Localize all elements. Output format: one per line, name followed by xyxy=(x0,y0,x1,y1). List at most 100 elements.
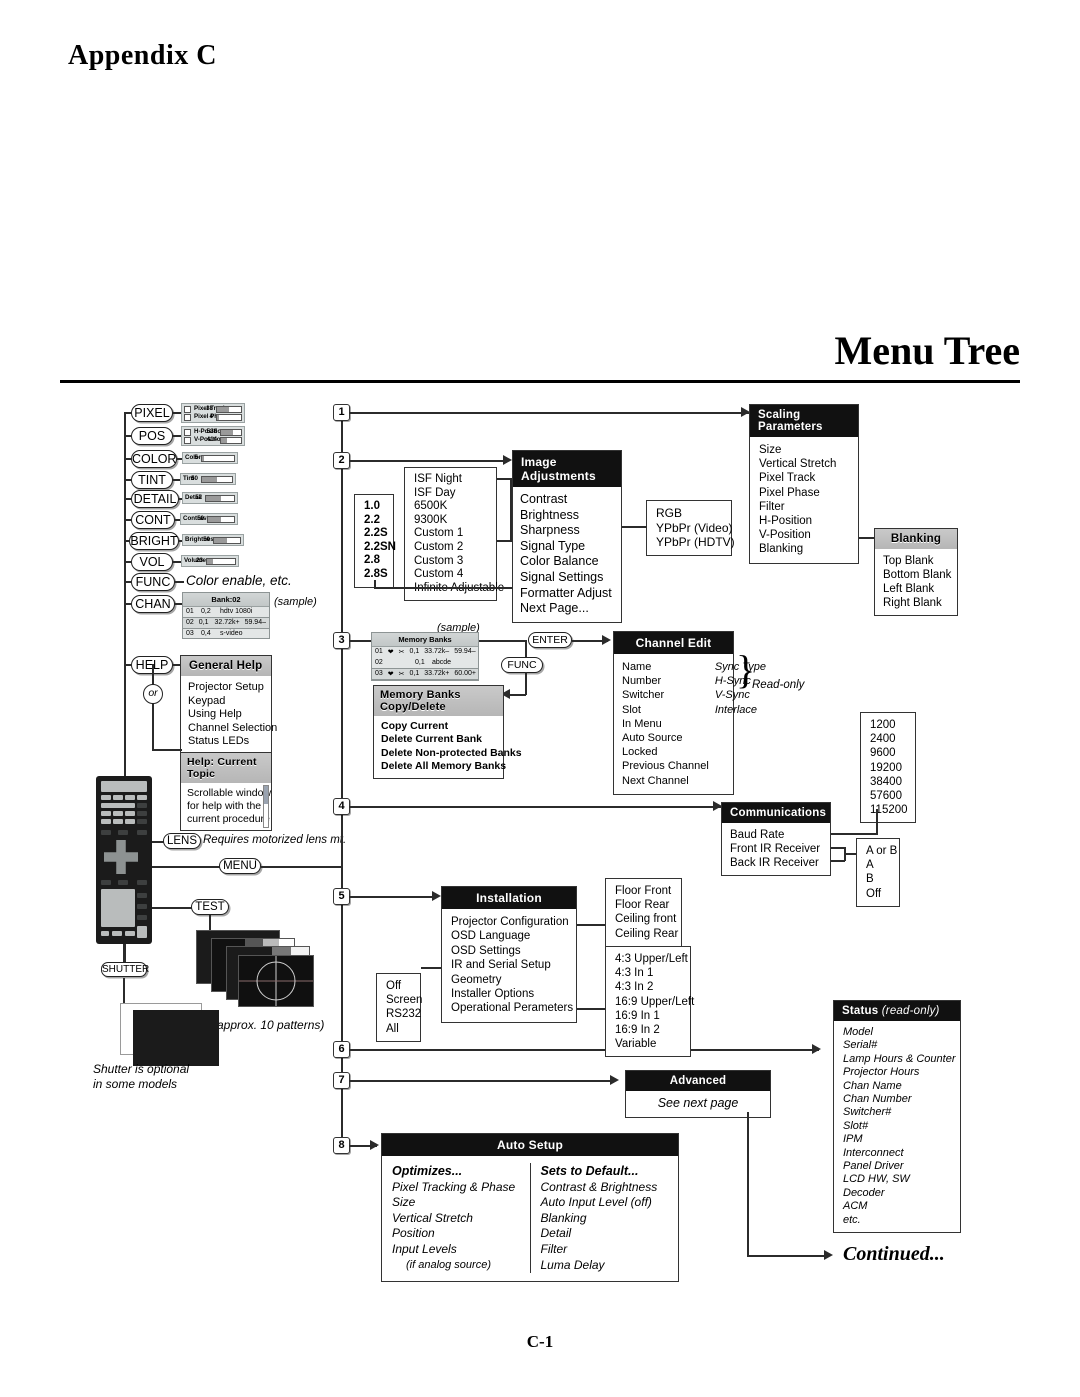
menu-item[interactable]: Signal Settings xyxy=(520,570,614,586)
list-item[interactable]: 1200 xyxy=(870,718,906,732)
menu-item[interactable]: Vertical Stretch xyxy=(759,457,849,471)
menu-item[interactable]: Geometry xyxy=(451,973,567,987)
menu-item[interactable]: Number xyxy=(622,674,709,688)
list-item[interactable]: 9600 xyxy=(870,746,906,760)
list-item[interactable]: 9300K xyxy=(414,514,487,528)
list-item[interactable]: All xyxy=(386,1022,411,1036)
scrollbar[interactable] xyxy=(263,785,269,828)
list-item[interactable]: Custom 4 xyxy=(414,568,487,582)
menu-item[interactable]: In Menu xyxy=(622,717,709,731)
list-item[interactable]: YPbPr (HDTV) xyxy=(656,535,735,550)
list-item[interactable]: 19200 xyxy=(870,761,906,775)
list-item[interactable]: B xyxy=(866,872,890,886)
key-cont[interactable]: CONT xyxy=(131,511,175,529)
menu-item[interactable]: Top Blank xyxy=(883,554,949,568)
list-item[interactable]: 4:3 In 2 xyxy=(615,980,681,994)
menu-item[interactable]: Pixel Phase xyxy=(759,486,849,500)
menu-item[interactable]: Front IR Receiver xyxy=(730,842,822,856)
list-item[interactable]: 57600 xyxy=(870,789,906,803)
key-shutter[interactable]: SHUTTER xyxy=(101,962,149,977)
menu-item[interactable]: OSD Language xyxy=(451,929,567,943)
dpad-icon[interactable] xyxy=(104,840,138,874)
menu-item[interactable]: Filter xyxy=(759,500,849,514)
menu-item[interactable]: IR and Serial Setup xyxy=(451,958,567,972)
menu-item[interactable]: Back IR Receiver xyxy=(730,856,822,870)
key-bright[interactable]: BRIGHT xyxy=(129,532,179,550)
key-detail[interactable]: DETAIL xyxy=(131,490,179,508)
list-item[interactable]: A xyxy=(866,858,890,872)
menu-item[interactable]: Switcher xyxy=(622,688,709,702)
menu-item[interactable]: Auto Source xyxy=(622,731,709,745)
list-item[interactable]: 2.2 xyxy=(364,514,384,528)
menu-item[interactable]: Bottom Blank xyxy=(883,568,951,582)
list-item[interactable]: Ceiling Rear xyxy=(615,927,678,941)
menu-item[interactable]: Delete Non-protected Banks xyxy=(381,747,522,760)
list-item[interactable]: Off xyxy=(866,887,890,901)
list-item[interactable]: Custom 1 xyxy=(414,527,487,541)
list-item[interactable]: Custom 2 xyxy=(414,541,487,555)
menu-item[interactable]: Sharpness xyxy=(520,523,614,539)
menu-item[interactable]: Delete All Memory Banks xyxy=(381,760,506,773)
list-item[interactable]: 16:9 In 1 xyxy=(615,1009,681,1023)
menu-item[interactable]: Next Page... xyxy=(520,601,614,617)
menu-item[interactable]: Right Blank xyxy=(883,596,949,610)
list-item[interactable]: 2.2S xyxy=(364,527,388,541)
key-func-branch[interactable]: FUNC xyxy=(501,657,543,673)
list-item[interactable]: 16:9 In 2 xyxy=(615,1023,681,1037)
menu-item[interactable]: Locked xyxy=(622,745,709,759)
menu-item[interactable]: Contrast xyxy=(520,492,614,508)
key-func[interactable]: FUNC xyxy=(131,573,175,591)
menu-item[interactable]: Name xyxy=(622,660,709,674)
key-color[interactable]: COLOR xyxy=(131,450,177,468)
list-item[interactable]: Variable xyxy=(615,1037,681,1051)
menu-item[interactable]: Pixel Track xyxy=(759,471,849,485)
list-item[interactable]: Ceiling front xyxy=(615,912,676,926)
list-item[interactable]: 38400 xyxy=(870,775,906,789)
menu-item[interactable]: H-Position xyxy=(759,514,849,528)
list-item[interactable]: 2400 xyxy=(870,732,906,746)
list-item[interactable]: RGB xyxy=(656,506,722,521)
key-enter[interactable]: ENTER xyxy=(528,632,572,648)
list-item[interactable]: Custom 3 xyxy=(414,555,487,569)
list-item[interactable]: ISF Day xyxy=(414,487,487,501)
list-item[interactable]: YPbPr (Video) xyxy=(656,521,732,536)
menu-item[interactable]: Slot xyxy=(622,703,709,717)
list-item[interactable]: 2.8 xyxy=(364,554,384,568)
key-lens[interactable]: LENS xyxy=(163,833,201,849)
list-item[interactable]: Floor Front xyxy=(615,884,672,898)
menu-item[interactable]: Signal Type xyxy=(520,539,614,555)
key-vol[interactable]: VOL xyxy=(131,553,173,571)
menu-item[interactable]: Color Balance xyxy=(520,554,614,570)
menu-item[interactable]: Copy Current xyxy=(381,720,496,733)
menu-item[interactable]: Blanking xyxy=(759,542,849,556)
list-item[interactable]: Off xyxy=(386,979,411,993)
menu-item[interactable]: Size xyxy=(759,443,849,457)
list-item[interactable]: 16:9 Upper/Left xyxy=(615,995,694,1009)
list-item[interactable]: 6500K xyxy=(414,500,487,514)
key-pixel[interactable]: PIXEL xyxy=(131,404,173,422)
list-item[interactable]: 4:3 Upper/Left xyxy=(615,952,688,966)
list-item[interactable]: 2.2SN xyxy=(364,541,396,555)
menu-item[interactable]: Installer Options xyxy=(451,987,567,1001)
menu-item[interactable]: Formatter Adjust xyxy=(520,586,614,602)
menu-item[interactable]: Operational Perameters xyxy=(451,1001,573,1015)
menu-item[interactable]: Delete Current Bank xyxy=(381,733,496,746)
list-item[interactable]: RS232 xyxy=(386,1007,421,1021)
menu-item[interactable]: Baud Rate xyxy=(730,828,822,842)
key-chan[interactable]: CHAN xyxy=(131,595,175,613)
menu-item[interactable]: Left Blank xyxy=(883,582,949,596)
menu-item[interactable]: Previous Channel xyxy=(622,759,709,773)
menu-item[interactable]: Brightness xyxy=(520,508,614,524)
list-item[interactable]: A or B xyxy=(866,844,897,858)
menu-item[interactable]: Next Channel xyxy=(622,774,709,788)
list-item[interactable]: Screen xyxy=(386,993,422,1007)
list-item[interactable]: ISF Night xyxy=(414,473,487,487)
key-test[interactable]: TEST xyxy=(191,899,229,915)
key-tint[interactable]: TINT xyxy=(131,471,173,489)
list-item[interactable]: 1.0 xyxy=(364,500,384,514)
list-item[interactable]: Floor Rear xyxy=(615,898,672,912)
menu-item[interactable]: V-Position xyxy=(759,528,849,542)
menu-item[interactable]: OSD Settings xyxy=(451,944,567,958)
menu-item[interactable]: Projector Configuration xyxy=(451,915,569,929)
key-pos[interactable]: POS xyxy=(131,427,173,445)
